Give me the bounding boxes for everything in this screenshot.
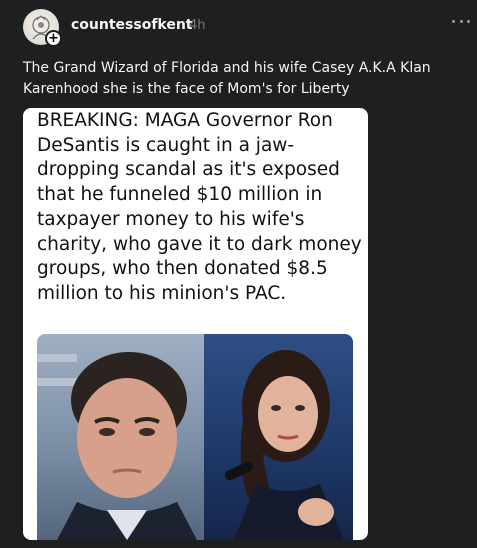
post-image[interactable]: BREAKING: MAGA Governor Ron DeSantis is … bbox=[23, 108, 368, 540]
thread-post: + countessofkent 4h The Grand Wizard of … bbox=[0, 0, 477, 548]
woman-portrait-illustration bbox=[224, 350, 344, 540]
username[interactable]: countessofkent bbox=[71, 17, 193, 33]
follow-plus-icon[interactable]: + bbox=[45, 30, 62, 47]
photo-collage bbox=[37, 334, 353, 540]
photo-left-man bbox=[37, 334, 204, 540]
post-timestamp: 4h bbox=[189, 18, 206, 33]
image-headline: BREAKING: MAGA Governor Ron DeSantis is … bbox=[37, 110, 362, 304]
post-caption: The Grand Wizard of Florida and his wife… bbox=[23, 60, 431, 97]
photo-right-woman bbox=[204, 334, 353, 540]
more-options-icon[interactable] bbox=[452, 13, 470, 29]
man-portrait-illustration bbox=[37, 352, 197, 540]
